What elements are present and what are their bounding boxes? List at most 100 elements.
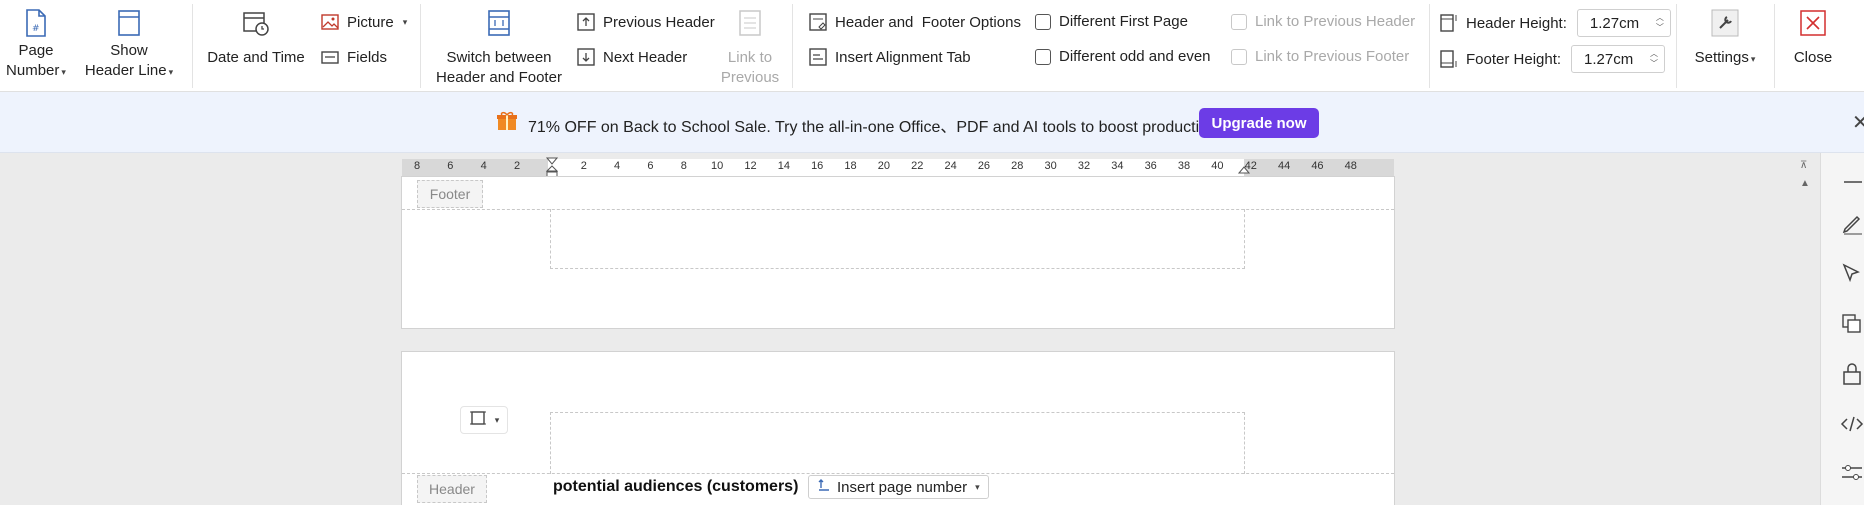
- header-height-field: Header Height: 1.27cm ︿ ﹀: [1440, 9, 1671, 37]
- header-height-value: 1.27cm: [1589, 14, 1640, 32]
- ribbon-toolbar: # Page Number ▾ Show Header Line ▾ Date an…: [0, 0, 1864, 92]
- frame-icon: [469, 409, 487, 431]
- divider: [192, 4, 193, 88]
- chevron-down-icon: ▾: [494, 414, 500, 425]
- select-cursor-icon[interactable]: [1840, 262, 1864, 286]
- switch-header-footer-label-2: Header and Footer: [436, 69, 562, 86]
- show-header-line-label-2: Header Line: [84, 62, 167, 79]
- divider: [792, 4, 793, 88]
- switch-header-footer-button[interactable]: Switch between Header and Footer: [430, 8, 568, 88]
- link-previous-header-checkbox[interactable]: Link to Previous Header: [1231, 13, 1415, 30]
- link-to-previous-button[interactable]: Link to Previous: [718, 8, 782, 88]
- copy-format-icon[interactable]: [1840, 312, 1864, 336]
- header-area[interactable]: [550, 412, 1245, 474]
- close-icon[interactable]: ✕: [1852, 110, 1864, 135]
- insert-alignment-tab-button[interactable]: Insert Alignment Tab: [808, 47, 971, 67]
- ruler-tick-label: 30: [1044, 160, 1057, 172]
- fields-button[interactable]: Fields: [320, 47, 387, 67]
- header-boundary-line: [402, 473, 1394, 474]
- header-footer-options-button[interactable]: Header and Footer Options: [808, 12, 1021, 32]
- settings-button[interactable]: Settings ▾: [1684, 8, 1766, 69]
- date-and-time-label: Date and Time: [207, 49, 305, 66]
- link-to-previous-label-2: Previous: [720, 69, 780, 86]
- header-height-input[interactable]: 1.27cm ︿ ﹀: [1576, 9, 1671, 37]
- scroll-up-icon[interactable]: ▲: [1800, 178, 1810, 189]
- footer-height-input[interactable]: 1.27cm ︿ ﹀: [1571, 45, 1666, 73]
- link-previous-footer-label: Link to Previous Footer: [1255, 48, 1410, 65]
- ruler-tick-label: 10: [711, 160, 724, 172]
- link-to-previous-label-1: Link to: [727, 49, 773, 66]
- upgrade-now-button[interactable]: Upgrade now: [1199, 108, 1319, 138]
- page-number-label-2: Number: [6, 62, 60, 79]
- fields-label: Fields: [347, 48, 388, 66]
- picture-button[interactable]: Picture ▾: [320, 12, 407, 32]
- previous-header-icon: [576, 12, 596, 32]
- ruler-tick-label: 26: [977, 160, 991, 172]
- ruler-tick-label: 2: [580, 160, 587, 172]
- insert-page-number-label: Insert page number: [837, 478, 968, 496]
- chevron-down-icon: ▾: [61, 67, 66, 77]
- different-odd-even-label: Different odd and even: [1059, 48, 1211, 65]
- ruler-tick-label: 22: [911, 160, 924, 172]
- divider: [1676, 4, 1677, 88]
- promo-banner: 71% OFF on Back to School Sale. Try the …: [0, 92, 1864, 153]
- ruler-tick-label: 4: [614, 160, 621, 172]
- document-body-text[interactable]: potential audiences (customers): [553, 478, 798, 496]
- ruler-tick-label: 44: [1277, 160, 1291, 172]
- link-previous-footer-checkbox[interactable]: Link to Previous Footer: [1231, 48, 1409, 65]
- checkbox-box[interactable]: [1231, 13, 1247, 30]
- show-header-line-button[interactable]: Show Header Line ▾: [78, 8, 180, 82]
- checkbox-box[interactable]: [1035, 13, 1051, 30]
- switch-header-footer-label-1: Switch between: [446, 49, 552, 66]
- spin-arrows-icon[interactable]: ︿ ﹀: [1650, 49, 1658, 69]
- ruler-tick-label: 2: [513, 160, 521, 172]
- different-first-page-checkbox[interactable]: Different First Page: [1035, 13, 1188, 30]
- lock-icon[interactable]: [1840, 362, 1864, 386]
- indent-marker-icon[interactable]: [545, 157, 559, 178]
- sliders-icon[interactable]: [1840, 460, 1864, 484]
- horizontal-ruler[interactable]: 8 6 4 2 2 4 6 8 10 12 14 16 18 20 22 24 26 28 30 32 34 36 38 40…: [402, 157, 1394, 178]
- page-number-button[interactable]: # Page Number ▾: [0, 8, 72, 82]
- svg-text:#: #: [32, 24, 40, 34]
- ruler-tick-label: 38: [1177, 160, 1191, 172]
- page-number-icon: #: [21, 8, 51, 38]
- next-header-icon: [576, 47, 596, 67]
- next-header-button[interactable]: Next Header: [576, 47, 687, 67]
- show-header-line-label-1: Show: [110, 42, 148, 59]
- previous-header-button[interactable]: Previous Header: [576, 12, 715, 32]
- picture-icon: [320, 12, 340, 32]
- close-icon: [1798, 8, 1828, 38]
- upgrade-now-label: Upgrade now: [1211, 114, 1307, 132]
- ruler-tick-label: 40: [1211, 160, 1224, 172]
- insert-page-number-button[interactable]: Insert page number ▾: [808, 475, 989, 499]
- spin-arrows-icon[interactable]: ︿ ﹀: [1656, 13, 1664, 33]
- ruler-tick-label: 12: [744, 160, 757, 172]
- ruler-toggle-icon[interactable]: ⊼: [1800, 160, 1807, 171]
- footer-height-value: 1.27cm: [1584, 50, 1634, 68]
- footer-area[interactable]: [550, 209, 1245, 269]
- pen-icon[interactable]: [1840, 212, 1864, 236]
- header-height-label: Header Height:: [1466, 14, 1567, 32]
- chevron-down-icon: ▾: [975, 481, 980, 492]
- divider: [420, 4, 421, 88]
- ruler-tick-label: 6: [447, 160, 454, 172]
- settings-label: Settings: [1694, 49, 1749, 66]
- minimize-icon[interactable]: [1840, 170, 1864, 194]
- ruler-tick-label: 42: [1244, 160, 1257, 172]
- header-height-icon: [1440, 13, 1460, 33]
- date-and-time-button[interactable]: Date and Time: [202, 8, 310, 68]
- ruler-tick-label: 16: [811, 160, 824, 172]
- checkbox-box[interactable]: [1035, 48, 1051, 65]
- checkbox-box[interactable]: [1231, 48, 1247, 65]
- fields-icon: [320, 47, 340, 67]
- footer-height-icon: [1440, 49, 1460, 69]
- picture-label: Picture: [347, 13, 394, 31]
- ruler-tick-label: 8: [413, 160, 421, 172]
- header-layout-tool[interactable]: ▾: [460, 406, 508, 434]
- close-header-footer-button[interactable]: Close: [1782, 8, 1844, 68]
- different-odd-even-checkbox[interactable]: Different odd and even: [1035, 48, 1211, 65]
- ruler-tick-label: 34: [1111, 160, 1124, 172]
- header-line-icon: [114, 8, 144, 38]
- code-icon[interactable]: [1840, 412, 1864, 436]
- ruler-tick-label: 6: [647, 160, 654, 172]
